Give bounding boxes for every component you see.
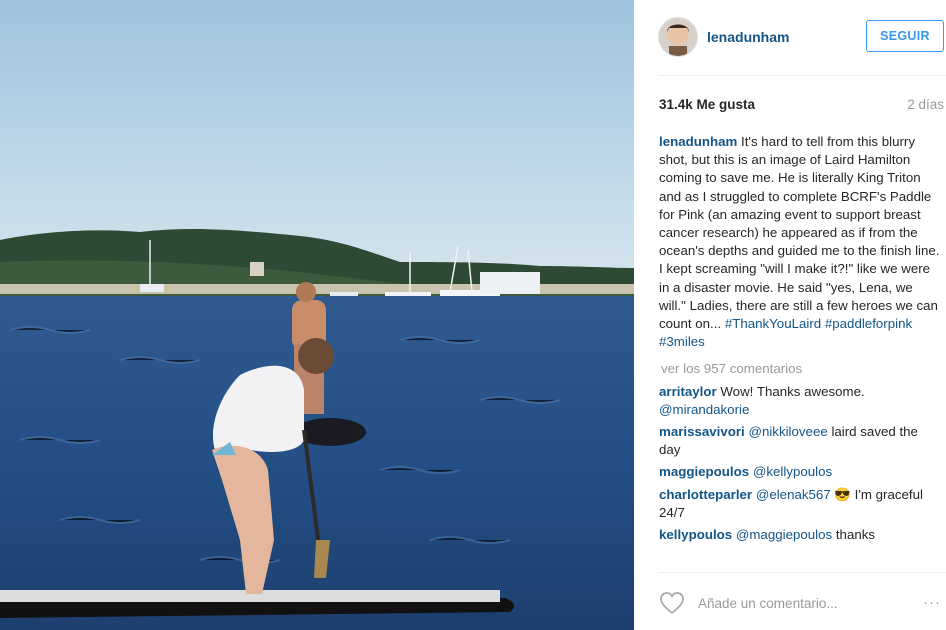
hashtag-link[interactable]: #paddleforpink: [825, 316, 912, 331]
comment-text: thanks: [835, 527, 876, 543]
divider: [658, 572, 946, 573]
paddleboard-photo: [0, 0, 634, 630]
more-options-icon[interactable]: ···: [923, 594, 941, 611]
heart-icon[interactable]: [659, 591, 685, 615]
follow-button[interactable]: SEGUIR: [866, 20, 944, 52]
avatar-image: [659, 18, 697, 56]
caption-username[interactable]: lenadunham: [659, 134, 737, 149]
comment-username[interactable]: charlotteparler: [659, 487, 752, 502]
post-details-panel: lenadunham SEGUIR 31.4k Me gusta 2 días …: [634, 0, 946, 630]
caption: lenadunham It's hard to tell from this b…: [659, 133, 943, 351]
post-header: lenadunham SEGUIR: [634, 0, 946, 74]
likes-count[interactable]: 31.4k Me gusta: [659, 97, 755, 112]
caption-text: It's hard to tell from this blurry shot,…: [659, 134, 940, 332]
comment: charlotteparler @elenak567 😎 I'm gracefu…: [659, 486, 943, 522]
comment-username[interactable]: arritaylor: [659, 384, 717, 399]
comment: maggiepoulos @kellypoulos: [659, 463, 943, 481]
post-time[interactable]: 2 días: [907, 97, 944, 112]
avatar[interactable]: [658, 17, 698, 57]
divider: [658, 75, 946, 76]
comment: marissavivori @nikkiloveee laird saved t…: [659, 423, 943, 459]
comments-section: lenadunham It's hard to tell from this b…: [659, 133, 943, 570]
username-link[interactable]: lenadunham: [707, 29, 789, 45]
hashtag-link[interactable]: #ThankYouLaird: [725, 316, 821, 331]
comment-username[interactable]: marissavivori: [659, 424, 745, 439]
view-all-comments-link[interactable]: ver los 957 comentarios: [661, 360, 943, 378]
comment-mention[interactable]: @nikkiloveee: [748, 424, 827, 439]
hashtag-link[interactable]: #3miles: [659, 334, 705, 349]
comment: arritaylor Wow! Thanks awesome. @miranda…: [659, 383, 943, 419]
comment-mention[interactable]: @maggiepoulos: [736, 527, 832, 542]
comment-text: Wow! Thanks awesome.: [720, 383, 865, 399]
comment-username[interactable]: kellypoulos: [659, 527, 732, 542]
comment-mention[interactable]: @kellypoulos: [753, 464, 832, 479]
comment-username[interactable]: maggiepoulos: [659, 464, 749, 479]
add-comment-input[interactable]: Añade un comentario...: [698, 596, 838, 611]
comment: kellypoulos @maggiepoulos thanks: [659, 526, 943, 544]
comment-mention[interactable]: @elenak567: [756, 487, 831, 502]
post-photo[interactable]: [0, 0, 634, 630]
instagram-post-view: lenadunham SEGUIR 31.4k Me gusta 2 días …: [0, 0, 946, 630]
comment-mention[interactable]: @mirandakorie: [659, 402, 749, 417]
